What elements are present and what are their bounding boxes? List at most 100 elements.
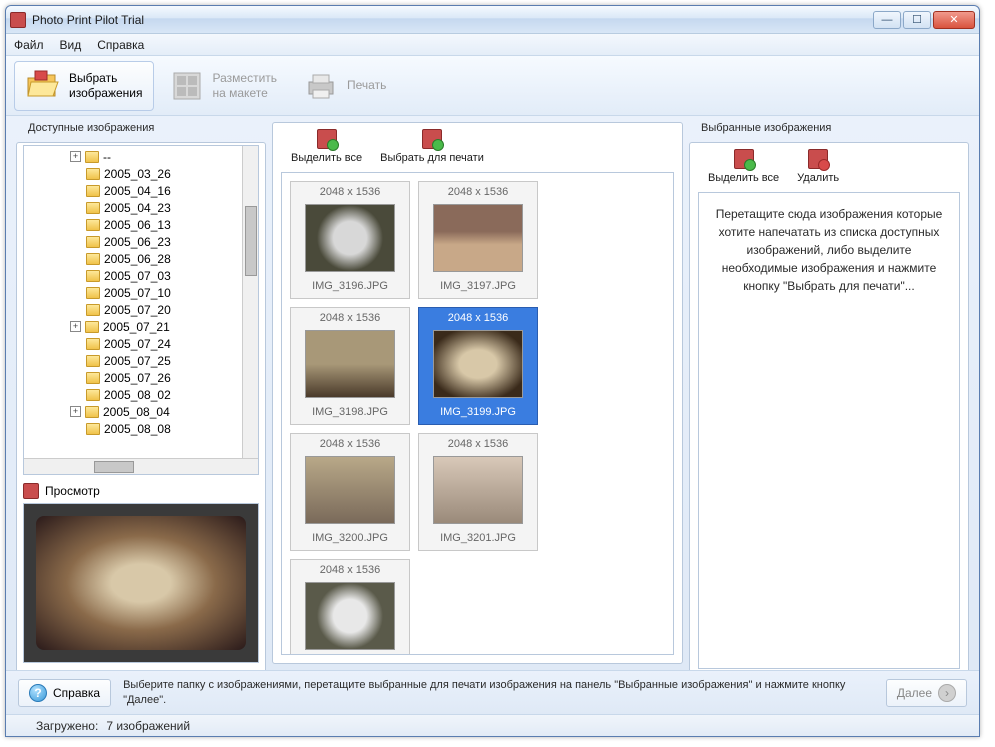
preview-image xyxy=(23,503,259,663)
tree-folder[interactable]: 2005_07_25 xyxy=(26,352,256,369)
tree-vertical-scrollbar[interactable] xyxy=(242,146,258,458)
tree-folder[interactable]: 2005_06_23 xyxy=(26,233,256,250)
right-panel: Выбранные изображения Выделить все Удали… xyxy=(689,128,969,664)
folder-icon xyxy=(86,185,100,197)
tree-expand-icon[interactable]: + xyxy=(70,321,81,332)
tree-folder[interactable]: 2005_08_08 xyxy=(26,420,256,437)
thumbnail-dimensions: 2048 x 1536 xyxy=(320,308,381,328)
folder-icon xyxy=(86,219,100,231)
menu-view[interactable]: Вид xyxy=(60,38,82,52)
select-images-button[interactable]: Выбрать изображения xyxy=(14,61,154,111)
window-title: Photo Print Pilot Trial xyxy=(32,13,873,27)
titlebar[interactable]: Photo Print Pilot Trial — ☐ ✕ xyxy=(6,6,979,34)
preview-label: Просмотр xyxy=(45,484,100,498)
menu-help[interactable]: Справка xyxy=(97,38,144,52)
tree-folder[interactable]: 2005_07_10 xyxy=(26,284,256,301)
delete-label: Удалить xyxy=(797,172,839,184)
folder-icon xyxy=(85,151,99,163)
folder-name: 2005_06_23 xyxy=(104,235,171,249)
thumbnails-grid[interactable]: 2048 x 1536IMG_3196.JPG2048 x 1536IMG_31… xyxy=(281,172,674,655)
tree-expand-icon[interactable]: + xyxy=(70,151,81,162)
tree-expand-icon[interactable]: + xyxy=(70,406,81,417)
folder-name: 2005_08_04 xyxy=(103,405,170,419)
folder-icon xyxy=(86,355,100,367)
printer-icon xyxy=(303,68,339,104)
drop-target[interactable]: Перетащите сюда изображения которые хоти… xyxy=(698,192,960,669)
help-icon: ? xyxy=(29,684,47,702)
folder-name: 2005_07_24 xyxy=(104,337,171,351)
tree-folder[interactable]: + -- xyxy=(26,148,256,165)
layout-button[interactable]: Разместить на макете xyxy=(158,61,289,111)
tree-folder[interactable]: +2005_08_04 xyxy=(26,403,256,420)
tree-folder[interactable]: 2005_07_26 xyxy=(26,369,256,386)
thumbnail[interactable]: 2048 x 1536IMG_3201.JPG xyxy=(418,433,538,551)
tree-folder[interactable]: 2005_07_20 xyxy=(26,301,256,318)
tree-folder[interactable]: 2005_06_13 xyxy=(26,216,256,233)
delete-button[interactable]: Удалить xyxy=(797,149,839,184)
right-select-all-label: Выделить все xyxy=(708,172,779,184)
tree-horizontal-scrollbar[interactable] xyxy=(24,458,258,474)
status-loaded-label: Загружено: xyxy=(36,719,98,733)
right-select-all-button[interactable]: Выделить все xyxy=(708,149,779,184)
thumbnail-filename: IMG_3196.JPG xyxy=(312,274,388,298)
folder-icon xyxy=(86,236,100,248)
tree-folder[interactable]: 2005_03_26 xyxy=(26,165,256,182)
print-button[interactable]: Печать xyxy=(292,61,397,111)
thumbnail-filename: IMG_3197.JPG xyxy=(440,274,516,298)
thumbnail-image xyxy=(433,204,523,272)
thumbnail[interactable]: 2048 x 1536IMG_3197.JPG xyxy=(418,181,538,299)
footer-bar: ? Справка Выберите папку с изображениями… xyxy=(6,670,979,714)
toolbar: Выбрать изображения Разместить на макете… xyxy=(6,56,979,116)
folder-name: 2005_04_23 xyxy=(104,201,171,215)
tree-folder[interactable]: 2005_08_02 xyxy=(26,386,256,403)
thumbnail[interactable]: 2048 x 1536IMG_3198.JPG xyxy=(290,307,410,425)
thumbnail-filename: IMG_3202.JPG xyxy=(312,652,388,655)
folder-name: 2005_03_26 xyxy=(104,167,171,181)
folder-open-icon xyxy=(25,68,61,104)
thumbnail[interactable]: 2048 x 1536IMG_3200.JPG xyxy=(290,433,410,551)
layout-icon xyxy=(169,68,205,104)
thumbnail-image xyxy=(305,456,395,524)
right-select-all-icon xyxy=(734,149,754,169)
minimize-button[interactable]: — xyxy=(873,11,901,29)
thumbnail[interactable]: 2048 x 1536IMG_3202.JPG xyxy=(290,559,410,655)
folder-name: 2005_07_21 xyxy=(103,320,170,334)
select-all-button[interactable]: Выделить все xyxy=(291,129,362,164)
folder-name: -- xyxy=(103,150,111,164)
tree-folder[interactable]: 2005_07_24 xyxy=(26,335,256,352)
tree-folder[interactable]: 2005_04_23 xyxy=(26,199,256,216)
folder-name: 2005_08_08 xyxy=(104,422,171,436)
folder-icon xyxy=(86,270,100,282)
center-actions: Выделить все Выбрать для печати xyxy=(273,123,682,172)
available-images-label: Доступные изображения xyxy=(22,120,160,136)
folder-icon xyxy=(86,389,100,401)
thumbnail[interactable]: 2048 x 1536IMG_3196.JPG xyxy=(290,181,410,299)
folder-name: 2005_07_03 xyxy=(104,269,171,283)
select-all-icon xyxy=(317,129,337,149)
select-for-print-button[interactable]: Выбрать для печати xyxy=(380,129,484,164)
folder-name: 2005_04_16 xyxy=(104,184,171,198)
close-button[interactable]: ✕ xyxy=(933,11,975,29)
tree-folder[interactable]: 2005_06_28 xyxy=(26,250,256,267)
maximize-button[interactable]: ☐ xyxy=(903,11,931,29)
next-button[interactable]: Далее › xyxy=(886,679,967,707)
thumbnail-dimensions: 2048 x 1536 xyxy=(448,308,509,328)
folder-icon xyxy=(86,202,100,214)
tree-folder[interactable]: 2005_04_16 xyxy=(26,182,256,199)
folder-tree[interactable]: +--2005_03_262005_04_162005_04_232005_06… xyxy=(23,145,259,475)
folder-icon xyxy=(86,287,100,299)
help-button[interactable]: ? Справка xyxy=(18,679,111,707)
drop-hint-text: Перетащите сюда изображения которые хоти… xyxy=(711,205,947,295)
thumbnail-image xyxy=(433,330,523,398)
tree-folder[interactable]: +2005_07_21 xyxy=(26,318,256,335)
folder-icon xyxy=(86,423,100,435)
thumbnail[interactable]: 2048 x 1536IMG_3199.JPG xyxy=(418,307,538,425)
print-label: Печать xyxy=(347,78,386,92)
folder-icon xyxy=(86,304,100,316)
folder-name: 2005_07_20 xyxy=(104,303,171,317)
tree-folder[interactable]: 2005_07_03 xyxy=(26,267,256,284)
folder-name: 2005_08_02 xyxy=(104,388,171,402)
menu-file[interactable]: Файл xyxy=(14,38,44,52)
folder-icon xyxy=(86,168,100,180)
window-controls: — ☐ ✕ xyxy=(873,11,975,29)
